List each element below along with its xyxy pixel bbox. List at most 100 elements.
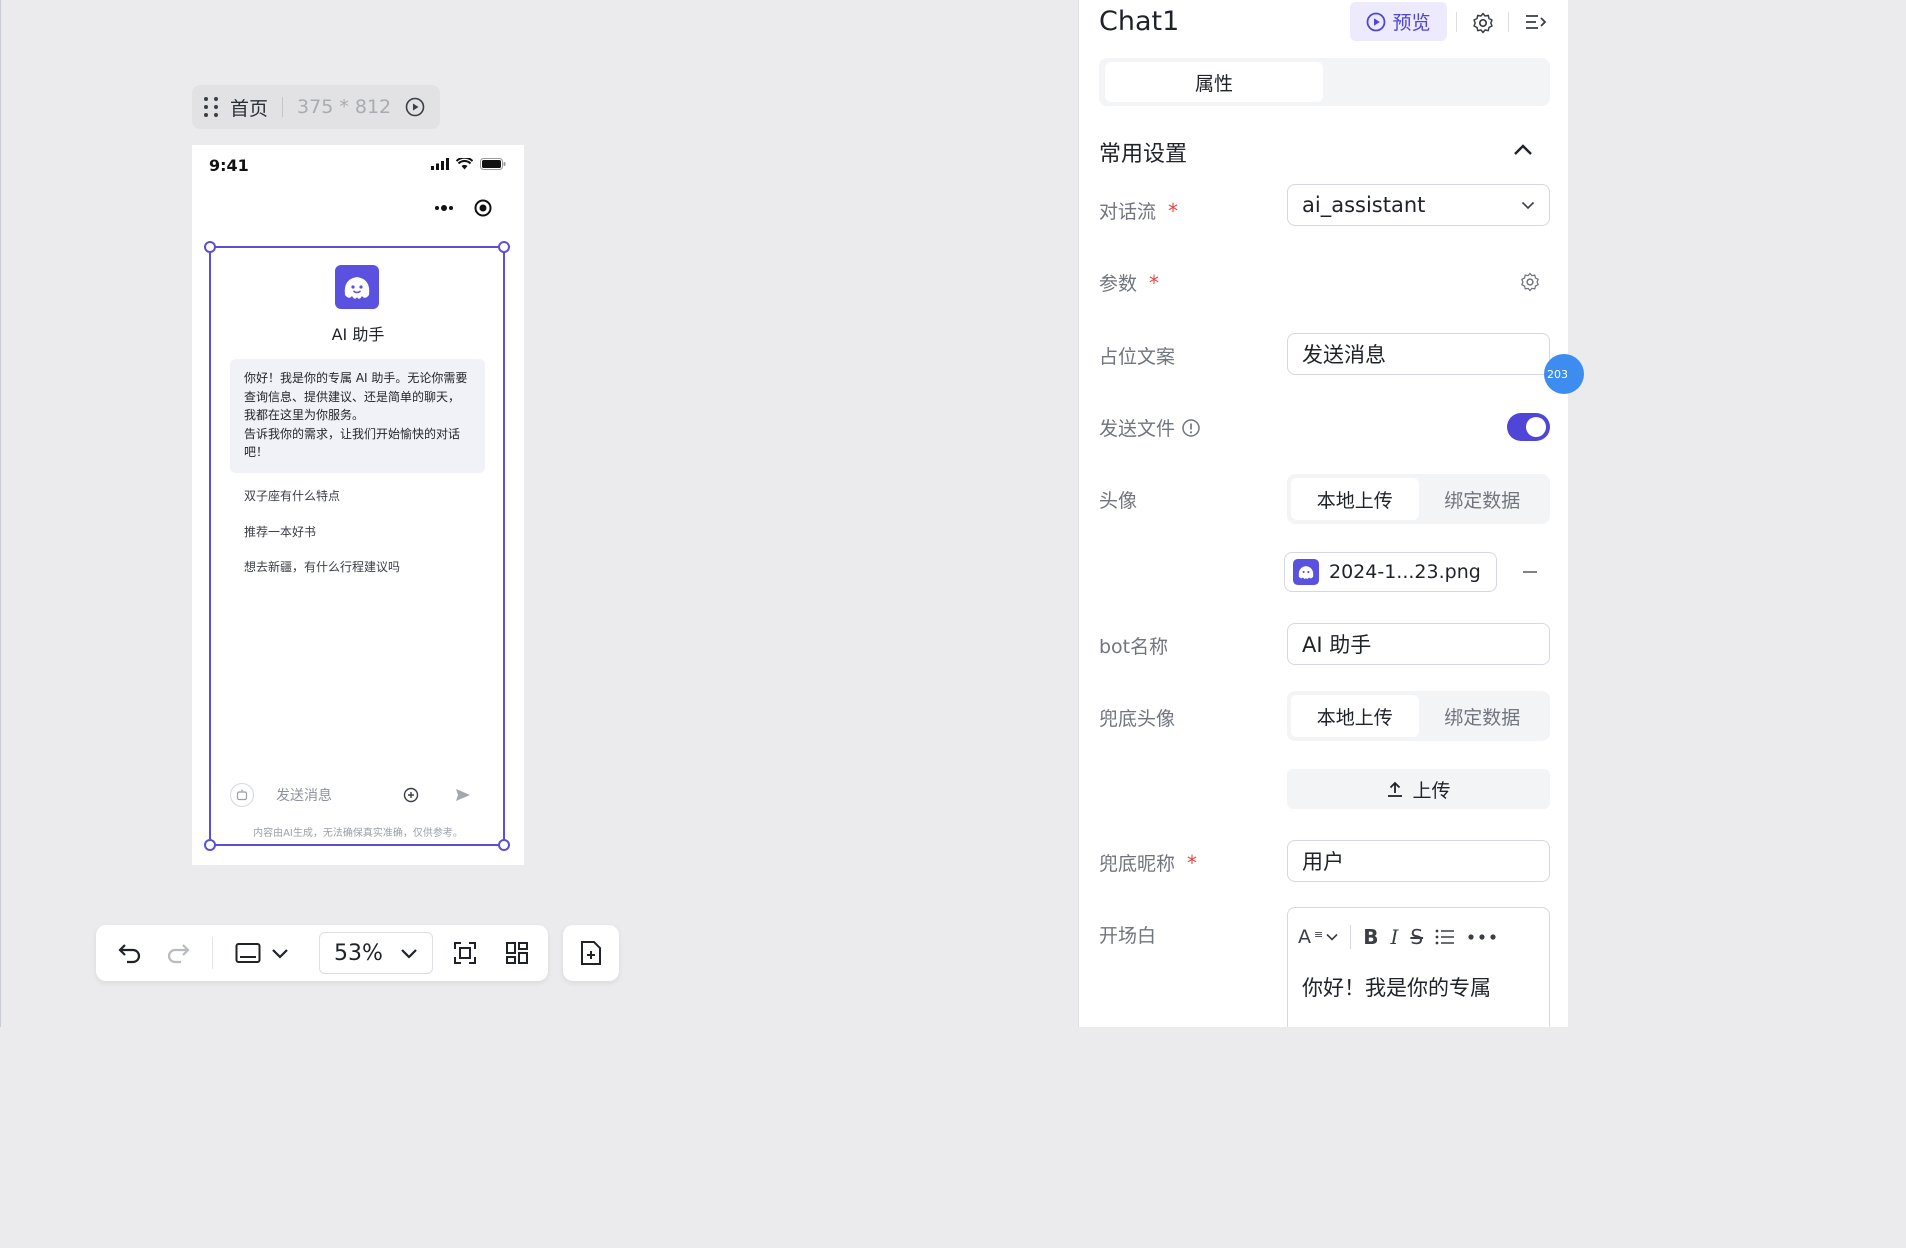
more-icon[interactable] bbox=[1467, 933, 1497, 941]
upload-label: 上传 bbox=[1412, 779, 1451, 802]
redo-icon bbox=[167, 944, 190, 964]
suggestion-item[interactable]: 双子座有什么特点 bbox=[244, 487, 340, 504]
fallback-avatar-label: 兜底头像 bbox=[1099, 708, 1176, 730]
chevron-down-icon bbox=[1521, 201, 1535, 209]
properties-panel: Chat1 预览 属性 常用设置 对话流 * ai_assistant 参数 * 占… bbox=[1078, 0, 1568, 1027]
greeting-bubble: 你好！我是你的专属 AI 助手。无论你需要查询信息、提供建议、还是简单的聊天，我… bbox=[230, 359, 485, 473]
remove-icon[interactable] bbox=[1522, 570, 1538, 574]
resize-handle[interactable] bbox=[204, 241, 216, 253]
required-mark: * bbox=[1168, 198, 1179, 223]
send-file-toggle[interactable] bbox=[1507, 413, 1550, 441]
status-icons bbox=[431, 158, 506, 170]
battery-icon bbox=[480, 158, 506, 170]
send-icon[interactable] bbox=[455, 788, 471, 802]
fallback-nick-input[interactable]: 用户 bbox=[1287, 840, 1550, 882]
device-select[interactable] bbox=[227, 933, 297, 973]
upload-icon bbox=[1388, 781, 1403, 797]
seg-local-upload[interactable]: 本地上传 bbox=[1291, 478, 1419, 520]
mini-program-capsule[interactable] bbox=[424, 195, 502, 221]
message-input[interactable]: 发送消息 bbox=[276, 785, 403, 805]
avatar-file-name: 2024-1...23.png bbox=[1329, 561, 1481, 583]
upload-button[interactable]: 上传 bbox=[1287, 769, 1550, 809]
fit-screen-button[interactable] bbox=[433, 933, 497, 973]
panel-tabs: 属性 bbox=[1099, 58, 1550, 106]
toolbar-divider bbox=[212, 937, 213, 969]
divider bbox=[1350, 925, 1352, 949]
signal-icon bbox=[431, 158, 449, 170]
fallback-nick-label: 兜底昵称 * bbox=[1099, 849, 1197, 876]
add-page-button[interactable] bbox=[563, 925, 619, 981]
chevron-up-icon[interactable] bbox=[1513, 143, 1533, 157]
resize-handle[interactable] bbox=[204, 839, 216, 851]
ai-disclaimer: 内容由AI生成，无法确保真实准确，仅供参考。 bbox=[253, 828, 463, 839]
params-label-text: 参数 bbox=[1099, 273, 1138, 295]
flow-select[interactable]: ai_assistant bbox=[1287, 184, 1550, 226]
strikethrough-icon[interactable]: S bbox=[1410, 925, 1423, 949]
placeholder-input[interactable]: 发送消息 bbox=[1287, 333, 1550, 375]
gear-icon[interactable] bbox=[1520, 272, 1540, 292]
required-mark: * bbox=[1187, 850, 1198, 875]
page-name: 首页 bbox=[230, 97, 269, 120]
fallback-nick-label-text: 兜底昵称 bbox=[1099, 853, 1176, 875]
divider bbox=[282, 97, 284, 117]
suggestion-item[interactable]: 推荐一本好书 bbox=[244, 523, 316, 540]
fit-screen-icon bbox=[454, 942, 476, 964]
seg-local-upload[interactable]: 本地上传 bbox=[1291, 695, 1419, 737]
ghost-icon bbox=[1293, 559, 1319, 585]
redo-button[interactable] bbox=[158, 933, 198, 973]
italic-icon[interactable]: I bbox=[1390, 925, 1398, 949]
font-size-icon[interactable]: A ≡ bbox=[1298, 926, 1338, 948]
play-icon[interactable] bbox=[405, 97, 425, 117]
preview-button[interactable]: 预览 bbox=[1350, 2, 1447, 41]
section-title: 常用设置 bbox=[1099, 142, 1188, 167]
phone-preview[interactable]: 9:41 AI 助手 你好！我是你的专属 AI 助手。无论你需要查询信息、提供建… bbox=[192, 145, 524, 865]
chevron-down-icon bbox=[272, 949, 288, 959]
drag-handle-icon[interactable] bbox=[204, 97, 218, 117]
bot-name-input[interactable]: AI 助手 bbox=[1287, 623, 1550, 665]
send-file-label-text: 发送文件 bbox=[1099, 418, 1176, 440]
suggestion-item[interactable]: 想去新疆，有什么行程建议吗 bbox=[244, 558, 400, 575]
add-page-icon bbox=[581, 941, 601, 965]
bot-avatar bbox=[335, 265, 379, 309]
send-file-label: 发送文件 bbox=[1099, 414, 1201, 441]
message-input-bar[interactable]: 发送消息 bbox=[230, 781, 485, 809]
avatar-file-chip[interactable]: 2024-1...23.png bbox=[1284, 552, 1497, 592]
grid-icon bbox=[506, 942, 528, 964]
add-attachment-icon[interactable] bbox=[403, 787, 419, 803]
page-label-pill[interactable]: 首页 375 * 812 bbox=[192, 85, 440, 129]
gear-icon[interactable] bbox=[1472, 12, 1494, 34]
divider bbox=[1508, 12, 1509, 32]
ghost-icon bbox=[344, 277, 370, 299]
tab-properties[interactable]: 属性 bbox=[1105, 62, 1323, 102]
status-time: 9:41 bbox=[209, 156, 249, 175]
seg-bind-data[interactable]: 绑定数据 bbox=[1419, 695, 1547, 737]
device-icon bbox=[235, 943, 261, 963]
resize-handle[interactable] bbox=[498, 241, 510, 253]
more-icon[interactable] bbox=[434, 204, 454, 212]
opening-rich-text-editor[interactable]: A ≡ B I S 你好！我是你的专属 bbox=[1287, 907, 1550, 1027]
close-target-icon[interactable] bbox=[474, 199, 492, 217]
side-badge[interactable]: 203 bbox=[1544, 354, 1584, 394]
design-canvas[interactable]: 首页 375 * 812 9:41 AI 助手 你好！我是你的专属 AI 助手。… bbox=[0, 0, 1078, 1027]
placeholder-label: 占位文案 bbox=[1099, 346, 1176, 368]
list-icon[interactable] bbox=[1435, 928, 1455, 946]
opening-text[interactable]: 你好！我是你的专属 bbox=[1302, 972, 1491, 1002]
info-icon[interactable] bbox=[1181, 418, 1201, 438]
avatar-label: 头像 bbox=[1099, 490, 1138, 512]
flow-label: 对话流 * bbox=[1099, 197, 1178, 224]
layout-button[interactable] bbox=[497, 933, 537, 973]
bold-icon[interactable]: B bbox=[1363, 925, 1378, 949]
undo-button[interactable] bbox=[102, 933, 158, 973]
new-chat-icon[interactable] bbox=[230, 783, 254, 807]
zoom-value: 53% bbox=[334, 940, 383, 966]
bot-name: AI 助手 bbox=[331, 325, 385, 344]
play-icon bbox=[1367, 12, 1386, 31]
collapse-panel-icon[interactable] bbox=[1525, 13, 1547, 31]
zoom-select[interactable]: 53% bbox=[319, 932, 433, 974]
page-size: 375 * 812 bbox=[297, 96, 392, 118]
divider bbox=[1456, 12, 1457, 32]
required-mark: * bbox=[1149, 270, 1160, 295]
opening-label: 开场白 bbox=[1099, 925, 1157, 947]
resize-handle[interactable] bbox=[498, 839, 510, 851]
seg-bind-data[interactable]: 绑定数据 bbox=[1419, 478, 1547, 520]
